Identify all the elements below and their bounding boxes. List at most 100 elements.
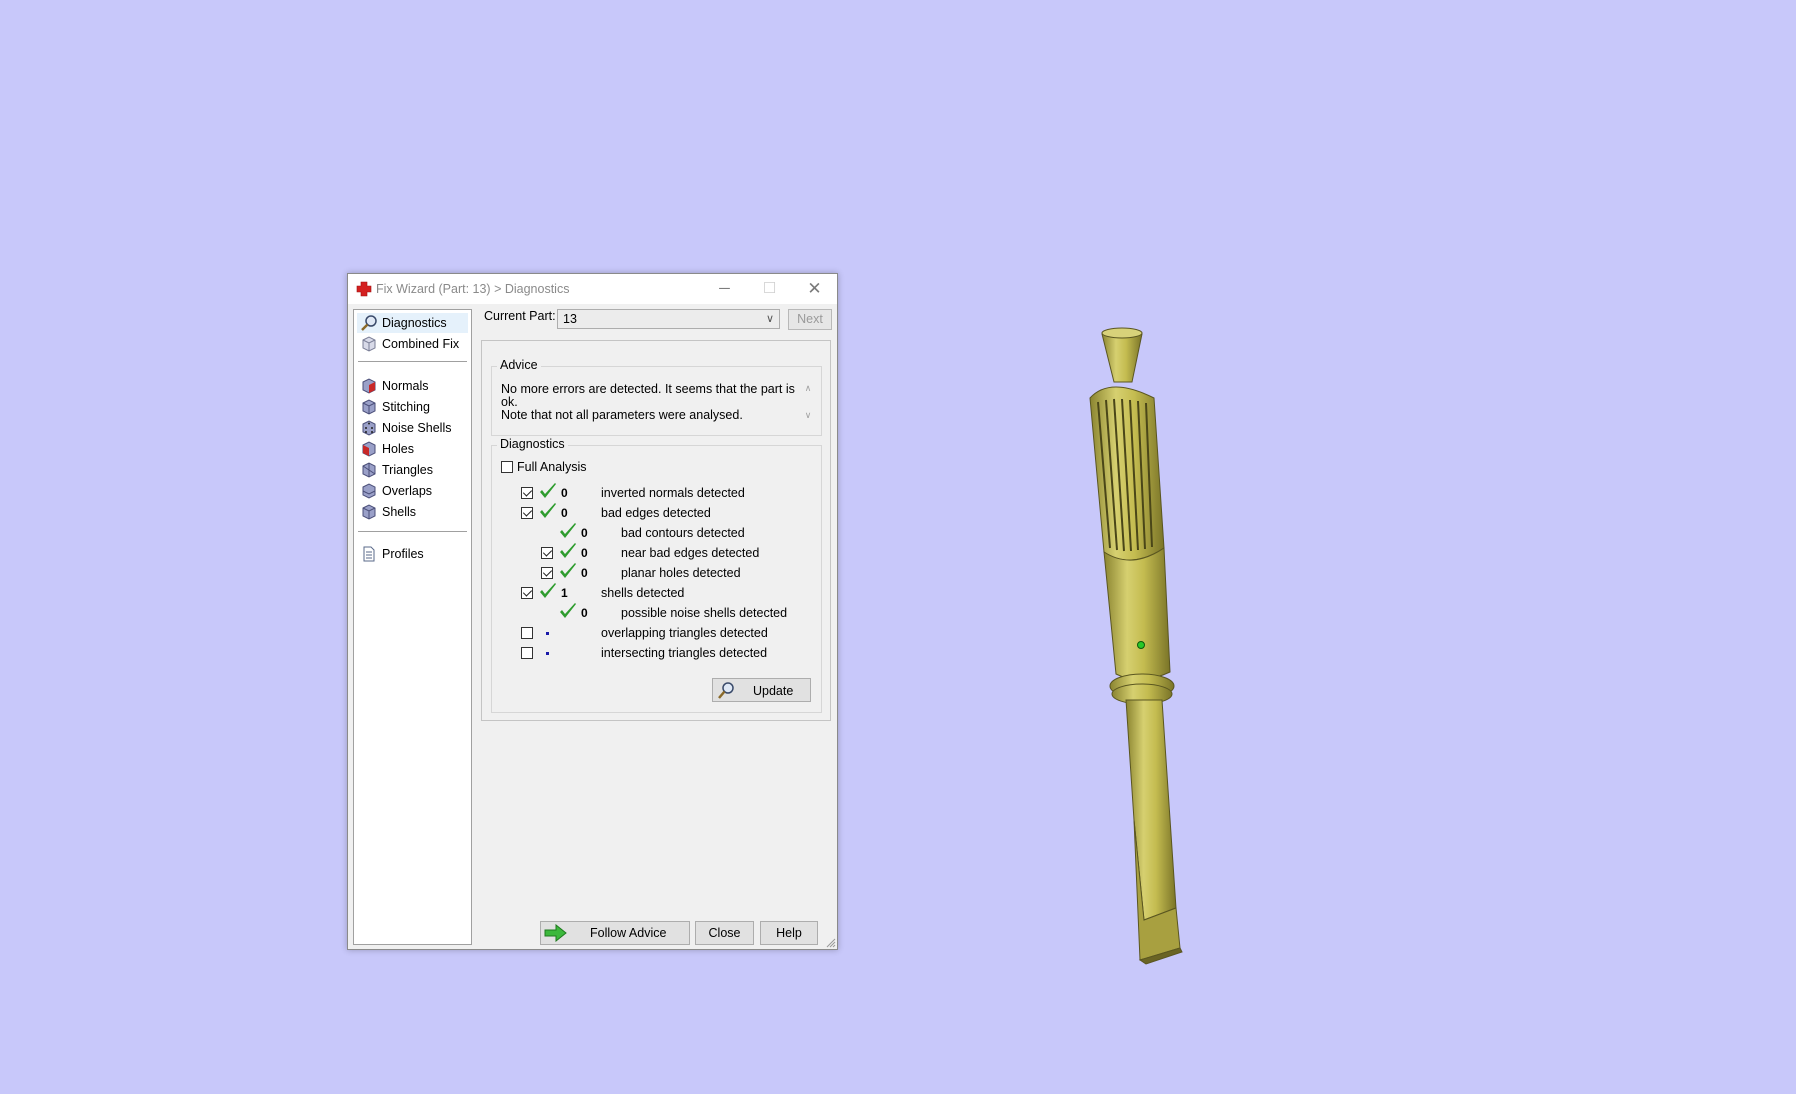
next-button[interactable]: Next bbox=[788, 309, 832, 330]
nav-label: Overlaps bbox=[382, 484, 433, 498]
overlap-cube-icon bbox=[362, 483, 376, 499]
magnifier-icon bbox=[718, 682, 734, 699]
scroll-down-icon[interactable]: ∨ bbox=[801, 410, 815, 421]
cube-red-face-icon bbox=[362, 378, 376, 394]
current-part-value: 13 bbox=[563, 312, 577, 326]
nav-item-diagnostics[interactable]: Diagnostics bbox=[357, 313, 468, 333]
triangle-cube-icon bbox=[362, 462, 376, 478]
green-checkmark-icon bbox=[540, 503, 556, 518]
nav-label: Normals bbox=[382, 379, 429, 393]
nav-label: Triangles bbox=[382, 463, 433, 477]
advice-scrollbar[interactable]: ∧ ∨ bbox=[801, 383, 815, 427]
green-checkmark-icon bbox=[560, 523, 576, 538]
nav-label: Combined Fix bbox=[382, 337, 460, 351]
pivot-point-icon bbox=[1137, 641, 1145, 649]
diagnostic-label: intersecting triangles detected bbox=[601, 646, 768, 660]
nav-item-overlaps[interactable]: Overlaps bbox=[360, 481, 432, 501]
diagnostic-count: 0 bbox=[581, 546, 588, 560]
full-analysis-label: Full Analysis bbox=[517, 460, 587, 474]
diagnostic-count: 0 bbox=[581, 526, 588, 540]
nav-separator bbox=[358, 531, 467, 533]
minimize-button[interactable]: ─ bbox=[702, 274, 747, 304]
diagnostics-group-label: Diagnostics bbox=[497, 437, 568, 451]
advice-group: Advice No more errors are detected. It s… bbox=[491, 358, 822, 436]
diagnostic-label: near bad edges detected bbox=[621, 546, 760, 560]
diagnostic-checkbox[interactable] bbox=[521, 487, 533, 499]
diagnostic-count: 0 bbox=[581, 606, 588, 620]
diagnostic-label: overlapping triangles detected bbox=[601, 626, 768, 640]
nav-item-shells[interactable]: Shells bbox=[360, 502, 416, 522]
diagnostic-checkbox[interactable] bbox=[541, 547, 553, 559]
green-checkmark-icon bbox=[560, 543, 576, 558]
resize-grip-icon[interactable] bbox=[826, 938, 836, 948]
diagnostic-checkbox[interactable] bbox=[521, 647, 533, 659]
nav-label: Holes bbox=[382, 442, 414, 456]
current-part-dropdown[interactable]: 13 ∨ bbox=[557, 309, 780, 329]
red-cross-icon bbox=[356, 281, 372, 297]
nav-item-stitching[interactable]: Stitching bbox=[360, 397, 430, 417]
nav-item-normals[interactable]: Normals bbox=[360, 376, 429, 396]
diagnostic-label: possible noise shells detected bbox=[621, 606, 788, 620]
follow-advice-button[interactable]: Follow Advice bbox=[540, 921, 690, 945]
advice-line-1: No more errors are detected. It seems th… bbox=[501, 382, 795, 409]
advice-group-label: Advice bbox=[497, 358, 541, 372]
nav-item-noise-shells[interactable]: Noise Shells bbox=[360, 418, 451, 438]
nav-label: Noise Shells bbox=[382, 421, 452, 435]
nav-item-combined-fix[interactable]: Combined Fix bbox=[360, 334, 459, 354]
green-checkmark-icon bbox=[560, 603, 576, 618]
cube-stitch-icon bbox=[362, 399, 376, 415]
cube-icon bbox=[362, 336, 376, 352]
scroll-up-icon[interactable]: ∧ bbox=[801, 383, 815, 394]
nav-label: Shells bbox=[382, 505, 417, 519]
nav-item-holes[interactable]: Holes bbox=[360, 439, 414, 459]
diagnostic-label: planar holes detected bbox=[621, 566, 741, 580]
title-bar[interactable]: Fix Wizard (Part: 13) > Diagnostics ─ ☐ … bbox=[348, 274, 837, 304]
diagnostic-checkbox[interactable] bbox=[521, 627, 533, 639]
green-checkmark-icon bbox=[540, 583, 556, 598]
diagnostic-label: inverted normals detected bbox=[601, 486, 745, 500]
help-button[interactable]: Help bbox=[760, 921, 818, 945]
diagnostic-count: 0 bbox=[561, 486, 568, 500]
follow-advice-label: Follow Advice bbox=[590, 926, 667, 940]
diagnostic-label: shells detected bbox=[601, 586, 685, 600]
diagnostic-label: bad contours detected bbox=[621, 526, 745, 540]
diagnostic-label: bad edges detected bbox=[601, 506, 711, 520]
window-title: Fix Wizard (Part: 13) > Diagnostics bbox=[376, 282, 570, 296]
screwdriver-model[interactable] bbox=[1070, 320, 1210, 970]
diagnostic-checkbox[interactable] bbox=[541, 567, 553, 579]
close-window-button[interactable]: ✕ bbox=[792, 274, 837, 304]
chevron-down-icon: ∨ bbox=[765, 313, 774, 325]
green-checkmark-icon bbox=[560, 563, 576, 578]
diagnostics-page: Advice No more errors are detected. It s… bbox=[481, 340, 831, 721]
update-label: Update bbox=[753, 684, 794, 698]
full-analysis-checkbox[interactable] bbox=[501, 461, 513, 473]
nav-separator bbox=[358, 361, 467, 363]
cube-hole-icon bbox=[362, 441, 376, 457]
maximize-button[interactable]: ☐ bbox=[747, 274, 792, 304]
document-icon bbox=[363, 546, 375, 562]
diagnostic-checkbox[interactable] bbox=[521, 587, 533, 599]
advice-line-2: Note that not all parameters were analys… bbox=[501, 408, 743, 422]
diagnostic-checkbox[interactable] bbox=[521, 507, 533, 519]
current-part-label: Current Part: bbox=[484, 309, 556, 323]
nav-label: Diagnostics bbox=[382, 316, 447, 330]
close-button[interactable]: Close bbox=[695, 921, 754, 945]
not-analysed-dot-icon bbox=[546, 652, 549, 655]
diagnostic-count: 0 bbox=[581, 566, 588, 580]
dice-icon bbox=[362, 420, 376, 436]
wizard-nav-panel: Diagnostics Combined Fix Normals Stitchi… bbox=[353, 309, 472, 945]
update-button[interactable]: Update bbox=[712, 678, 811, 702]
nav-item-profiles[interactable]: Profiles bbox=[360, 544, 424, 564]
fix-wizard-window: Fix Wizard (Part: 13) > Diagnostics ─ ☐ … bbox=[347, 273, 838, 950]
green-checkmark-icon bbox=[540, 483, 556, 498]
shells-cube-icon bbox=[362, 504, 376, 520]
nav-label: Profiles bbox=[382, 547, 424, 561]
green-arrow-icon bbox=[544, 924, 567, 942]
advice-text: No more errors are detected. It seems th… bbox=[501, 383, 804, 423]
diagnostics-group: Diagnostics Full Analysis 0 inverted norm… bbox=[491, 437, 822, 713]
nav-item-triangles[interactable]: Triangles bbox=[360, 460, 433, 480]
diagnostic-count: 1 bbox=[561, 586, 568, 600]
magnifier-icon bbox=[361, 315, 377, 331]
nav-label: Stitching bbox=[382, 400, 430, 414]
not-analysed-dot-icon bbox=[546, 632, 549, 635]
